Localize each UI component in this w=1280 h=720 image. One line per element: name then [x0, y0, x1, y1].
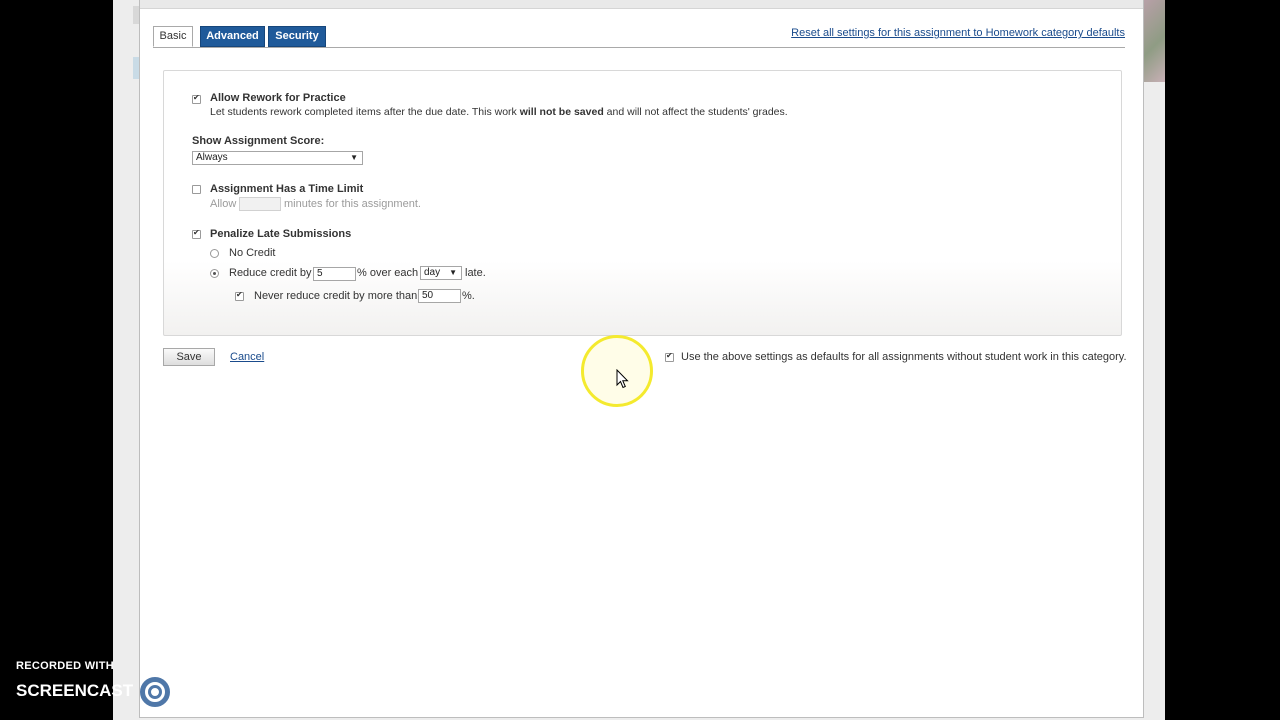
rework-description: Let students rework completed items afte…: [210, 106, 788, 118]
no-credit-radio[interactable]: [210, 249, 219, 258]
mouse-cursor-icon: [616, 369, 629, 389]
penalize-checkbox[interactable]: [192, 228, 201, 239]
rework-desc-prefix: Let students rework completed items afte…: [210, 106, 517, 118]
dialog-header-strip: [140, 0, 1143, 9]
screencastomatic-logo-icon: [140, 677, 170, 707]
time-limit-allow-text: Allow: [210, 198, 237, 210]
watermark-brand-left: SCREENCAST: [16, 681, 134, 700]
no-credit-label: No Credit: [229, 247, 276, 259]
time-limit-minutes-input[interactable]: [239, 197, 281, 211]
rework-desc-bold: will not be saved: [519, 106, 604, 118]
reduce-period-select[interactable]: day ▼: [420, 266, 462, 280]
time-limit-checkbox[interactable]: [192, 185, 201, 194]
reduce-period-value: day: [424, 267, 441, 278]
chevron-down-icon: ▼: [350, 153, 358, 162]
basic-settings-panel: Allow Rework for Practice Let students r…: [163, 70, 1122, 336]
tab-advanced[interactable]: Advanced: [200, 26, 265, 47]
reduce-credit-label: Reduce credit by: [229, 267, 312, 279]
penalize-label: Penalize Late Submissions: [210, 228, 352, 240]
tab-basic[interactable]: Basic: [153, 26, 193, 47]
score-select[interactable]: Always ▼: [192, 151, 363, 165]
cancel-link[interactable]: Cancel: [230, 351, 264, 363]
watermark-brand-right: MATIC: [176, 681, 229, 700]
use-as-defaults-checkbox[interactable]: [665, 351, 674, 362]
background-image: [1143, 0, 1165, 82]
use-as-defaults-label: Use the above settings as defaults for a…: [681, 351, 1127, 363]
reduce-credit-input[interactable]: 5: [313, 267, 356, 281]
time-limit-label: Assignment Has a Time Limit: [210, 183, 364, 195]
percent-text: %.: [462, 290, 475, 302]
screencast-watermark: RECORDED WITH SCREENCAST MATIC: [16, 660, 229, 707]
rework-desc-suffix: and will not affect the students' grades…: [606, 106, 788, 118]
score-select-value: Always: [196, 152, 228, 163]
tab-security[interactable]: Security: [268, 26, 326, 47]
reduce-credit-radio[interactable]: [210, 269, 219, 278]
never-reduce-input[interactable]: 50: [418, 289, 461, 303]
chevron-down-icon: ▼: [449, 268, 457, 277]
rework-checkbox[interactable]: [192, 93, 201, 104]
rework-label: Allow Rework for Practice: [210, 92, 346, 104]
reduce-credit-mid-text: % over each: [357, 267, 419, 279]
reduce-late-text: late.: [465, 267, 486, 279]
score-label: Show Assignment Score:: [192, 135, 325, 147]
time-limit-minutes-text: minutes for this assignment.: [284, 198, 421, 210]
watermark-recorded-with: RECORDED WITH: [16, 660, 115, 672]
settings-tabs: Basic Advanced Security Reset all settin…: [153, 26, 1125, 48]
save-button[interactable]: Save: [163, 348, 215, 366]
never-reduce-label: Never reduce credit by more than: [254, 290, 418, 302]
reset-defaults-link[interactable]: Reset all settings for this assignment t…: [791, 27, 1125, 39]
never-reduce-checkbox[interactable]: [235, 290, 244, 301]
